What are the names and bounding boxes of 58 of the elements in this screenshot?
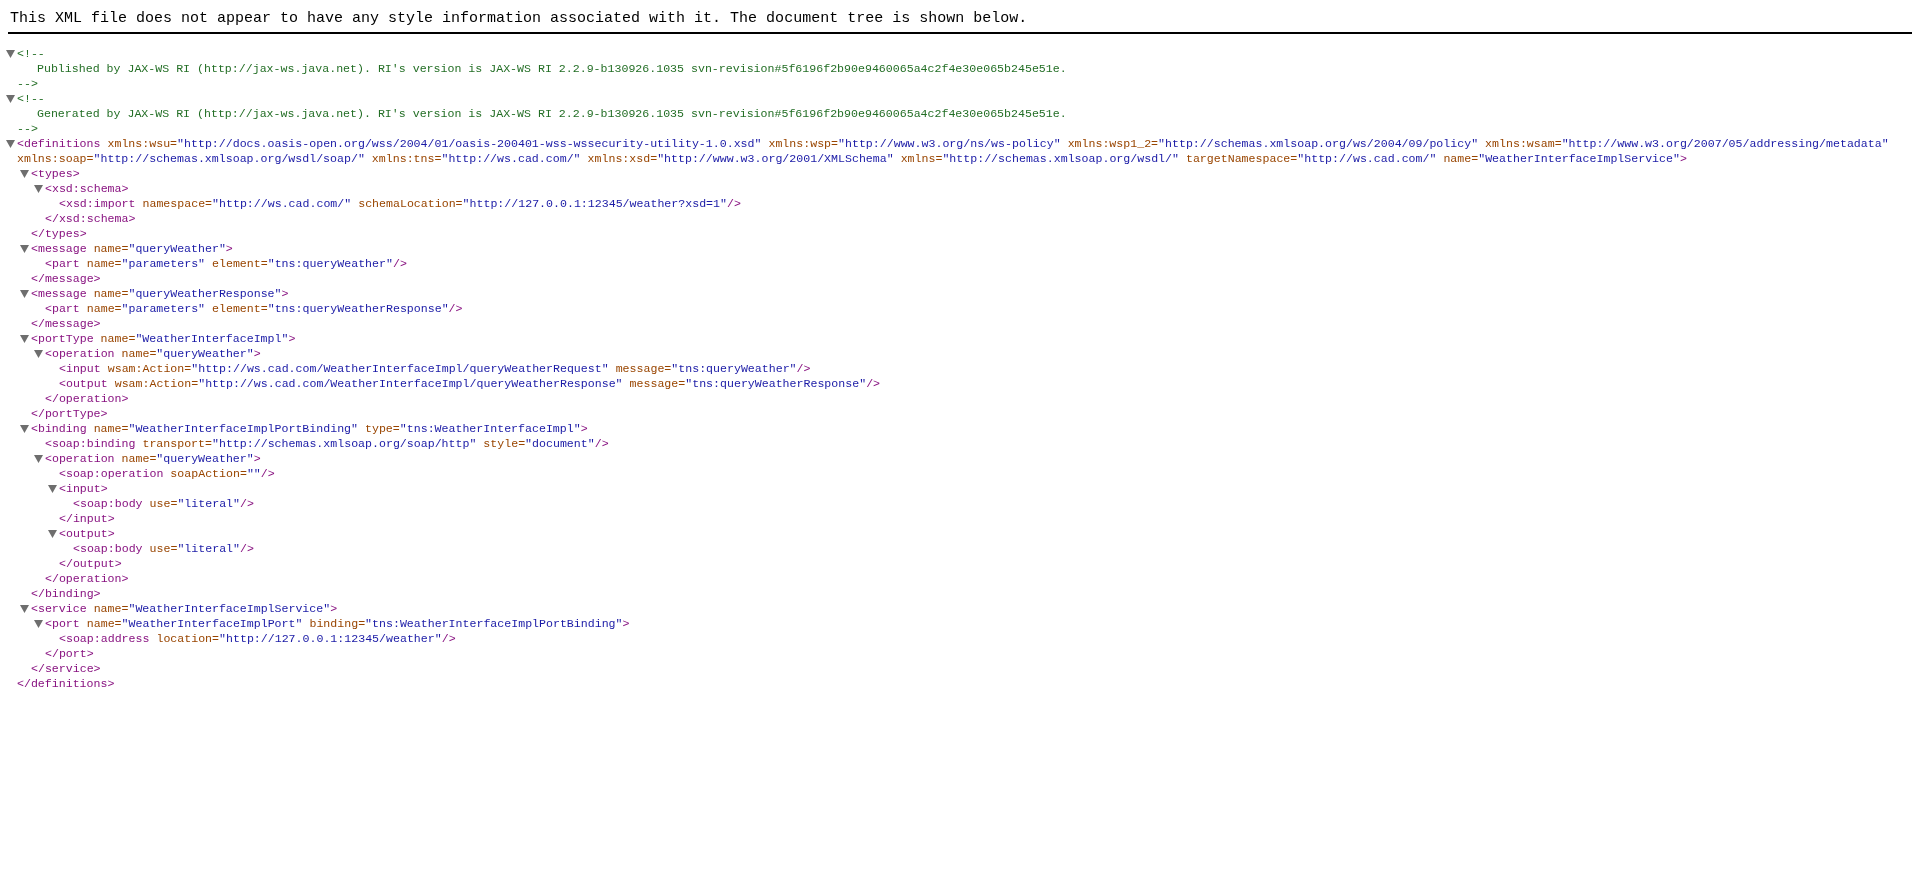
xml-tag-line: <xsd:import namespace="http://ws.cad.com/" schemaLocation="http://127.0.0.1:12345/weather?xsd=1"/>	[59, 196, 741, 211]
closing-tag-line: </input>	[59, 511, 115, 526]
closing-tag-line: </portType>	[31, 406, 108, 421]
triangle-down-icon[interactable]	[6, 140, 15, 148]
triangle-down-icon[interactable]	[20, 335, 29, 343]
xml-tag-line: <part name="parameters" element="tns:queryWeather"/>	[45, 256, 407, 271]
xml-tag-line: <output wsam:Action="http://ws.cad.com/WeatherInterfaceImpl/queryWeatherResponse" message="tns:queryWeatherResponse"/>	[59, 376, 881, 391]
triangle-down-icon[interactable]	[20, 605, 29, 613]
triangle-down-icon[interactable]	[20, 290, 29, 298]
closing-tag-line: </operation>	[45, 391, 129, 406]
closing-tag-line: </types>	[31, 226, 87, 241]
xml-tag-line: <definitions xmlns:wsu="http://docs.oasis-open.org/wss/2004/01/oasis-200401-wss-wssecurity-utility-1.0.xsd" xmlns:wsp="http://www.w3.org/ns/ws-policy" xmlns:wsp1_2="http://schemas.xmlsoap.org/ws/2004/09/policy" xmlns:wsam="http://www.w3.org/2007/05/addressing/metadata" xmlns:soap="http://schemas.xmlsoap.org/wsdl/soap/" xmlns:tns="http://ws.cad.com/" xmlns:xsd="http://www.w3.org/2001/XMLSchema" xmlns="http://schemas.xmlsoap.org/wsdl/" targetNamespace="http://ws.cad.com/" name="WeatherInterfaceImplService">	[17, 136, 1890, 166]
xml-tag-line: <service name="WeatherInterfaceImplService">	[31, 601, 338, 616]
triangle-down-icon[interactable]	[34, 185, 43, 193]
xml-tag-line: <operation name="queryWeather">	[45, 451, 261, 466]
xml-tag-line: <port name="WeatherInterfaceImplPort" binding="tns:WeatherInterfaceImplPortBinding">	[45, 616, 630, 631]
closing-tag-line: </binding>	[31, 586, 101, 601]
xml-tag-line: <input wsam:Action="http://ws.cad.com/WeatherInterfaceImpl/queryWeatherRequest" message="tns:queryWeather"/>	[59, 361, 811, 376]
xml-comment-text: Published by JAX-WS RI (http://jax-ws.java.net). RI's version is JAX-WS RI 2.2.9-b130926.1035 svn-revision#5f6196f2b90e9460065a4c2f4e30e065b245e51e.	[37, 61, 1068, 76]
xml-tag-line: <xsd:schema>	[45, 181, 129, 196]
closing-tag-line: </xsd:schema>	[45, 211, 136, 226]
xml-tag-line: <output>	[59, 526, 115, 541]
comment-open-line: <!--	[17, 91, 45, 106]
triangle-down-icon[interactable]	[6, 95, 15, 103]
xml-tag-line: <portType name="WeatherInterfaceImpl">	[31, 331, 296, 346]
triangle-down-icon[interactable]	[48, 485, 57, 493]
comment-close-line: -->	[17, 121, 39, 136]
xml-tag-line: <types>	[31, 166, 80, 181]
triangle-down-icon[interactable]	[20, 425, 29, 433]
triangle-down-icon[interactable]	[34, 620, 43, 628]
closing-tag-line: </message>	[31, 316, 101, 331]
triangle-down-icon[interactable]	[34, 455, 43, 463]
closing-tag-line: </message>	[31, 271, 101, 286]
closing-tag-line: </service>	[31, 661, 101, 676]
xml-tag-line: <message name="queryWeather">	[31, 241, 233, 256]
xml-comment-text: Generated by JAX-WS RI (http://jax-ws.java.net). RI's version is JAX-WS RI 2.2.9-b130926.1035 svn-revision#5f6196f2b90e9460065a4c2f4e30e065b245e51e.	[37, 106, 1068, 121]
xml-tag-line: <operation name="queryWeather">	[45, 346, 261, 361]
closing-tag-line: </port>	[45, 646, 94, 661]
triangle-down-icon[interactable]	[20, 245, 29, 253]
xml-tag-line: <binding name="WeatherInterfaceImplPortBinding" type="tns:WeatherInterfaceImpl">	[31, 421, 588, 436]
closing-tag-line: </output>	[59, 556, 122, 571]
comment-open-line: <!--	[17, 46, 45, 61]
xml-tag-line: <message name="queryWeatherResponse">	[31, 286, 289, 301]
triangle-down-icon[interactable]	[48, 530, 57, 538]
closing-tag-line: </definitions>	[17, 676, 115, 691]
triangle-down-icon[interactable]	[34, 350, 43, 358]
xml-tag-line: <part name="parameters" element="tns:queryWeatherResponse"/>	[45, 301, 463, 316]
triangle-down-icon[interactable]	[6, 50, 15, 58]
xml-tag-line: <soap:address location="http://127.0.0.1:12345/weather"/>	[59, 631, 456, 646]
xml-tag-line: <soap:body use="literal"/>	[73, 496, 254, 511]
xml-tag-line: <soap:operation soapAction=""/>	[59, 466, 275, 481]
closing-tag-line: </operation>	[45, 571, 129, 586]
comment-close-line: -->	[17, 76, 39, 91]
xml-notice-text: This XML file does not appear to have any style information associated with it. The document tree is shown below.	[8, 0, 1912, 34]
xml-tag-line: <soap:body use="literal"/>	[73, 541, 254, 556]
xml-tag-line: <soap:binding transport="http://schemas.xmlsoap.org/soap/http" style="document"/>	[45, 436, 609, 451]
xml-tag-line: <input>	[59, 481, 108, 496]
triangle-down-icon[interactable]	[20, 170, 29, 178]
